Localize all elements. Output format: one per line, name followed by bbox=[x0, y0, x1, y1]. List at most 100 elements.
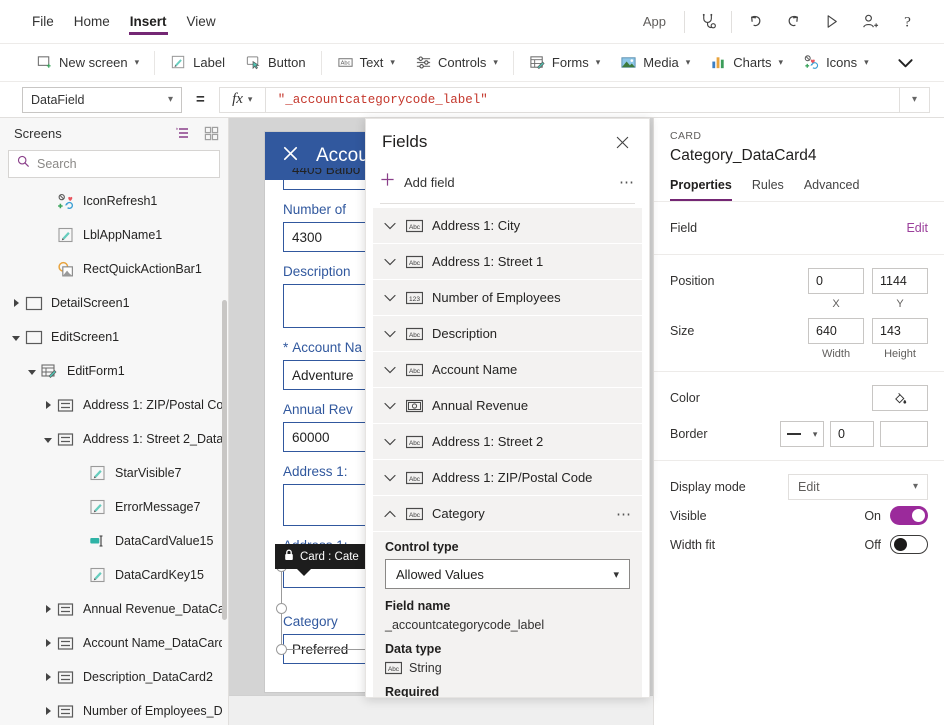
preview-icon[interactable] bbox=[814, 5, 848, 39]
property-selector[interactable]: DataField ▾ bbox=[22, 87, 182, 113]
chevron-down-icon[interactable] bbox=[383, 438, 397, 446]
tree-item-datacardvalue15[interactable]: DataCardValue15 bbox=[0, 524, 228, 558]
close-icon[interactable] bbox=[281, 144, 300, 168]
chevron-down-icon[interactable] bbox=[383, 402, 397, 410]
chevron-up-icon[interactable] bbox=[383, 510, 397, 518]
screens-pane-header: Screens bbox=[0, 118, 228, 148]
ellipsis-icon[interactable]: ⋯ bbox=[619, 173, 635, 191]
chevron-down-icon[interactable] bbox=[40, 422, 56, 456]
tree-item-number-of-employees-data[interactable]: Number of Employees_Data bbox=[0, 694, 228, 724]
size-label: Size bbox=[670, 324, 694, 338]
ribbon-overflow-chevron-down-icon[interactable] bbox=[885, 44, 926, 82]
field-row-address-1-street-2[interactable]: AbcAddress 1: Street 2 bbox=[373, 424, 642, 459]
border-thickness-input[interactable]: 0 bbox=[830, 421, 874, 447]
label-control-icon bbox=[88, 464, 108, 482]
ribbon-forms[interactable]: Forms ▾ bbox=[519, 44, 610, 82]
size-width-input[interactable]: 640 bbox=[808, 318, 864, 344]
chevron-right-icon[interactable] bbox=[8, 286, 24, 320]
tree-item-starvisible7[interactable]: StarVisible7 bbox=[0, 456, 228, 490]
field-row-description[interactable]: AbcDescription bbox=[373, 316, 642, 351]
field-row-category[interactable]: AbcCategory⋯ bbox=[373, 496, 642, 531]
chevron-down-icon[interactable] bbox=[383, 222, 397, 230]
control-type-select[interactable]: Allowed Values▾ bbox=[385, 559, 630, 589]
menu-tab-insert[interactable]: Insert bbox=[120, 0, 177, 44]
chevron-down-icon[interactable] bbox=[383, 366, 397, 374]
width-fit-toggle[interactable] bbox=[890, 535, 928, 554]
tree-item-editscreen1[interactable]: EditScreen1 bbox=[0, 320, 228, 354]
ellipsis-icon[interactable]: ⋯ bbox=[616, 505, 632, 523]
thumbnail-view-icon[interactable] bbox=[202, 124, 220, 142]
ribbon-controls[interactable]: Controls ▾ bbox=[405, 44, 508, 82]
app-checker-icon[interactable] bbox=[691, 5, 725, 39]
tree-view-icon[interactable] bbox=[174, 124, 192, 142]
close-icon[interactable] bbox=[611, 131, 633, 153]
ribbon-media[interactable]: Media ▾ bbox=[610, 44, 700, 82]
edit-field-link[interactable]: Edit bbox=[906, 221, 928, 235]
menu-tab-home[interactable]: Home bbox=[64, 0, 120, 44]
ribbon-button-control[interactable]: Button bbox=[235, 44, 316, 82]
chevron-down-icon[interactable] bbox=[8, 320, 24, 354]
field-row-address-1-street-1[interactable]: AbcAddress 1: Street 1 bbox=[373, 244, 642, 279]
field-row-address-1-zip-postal-code[interactable]: AbcAddress 1: ZIP/Postal Code bbox=[373, 460, 642, 495]
position-x-input[interactable]: 0 bbox=[808, 268, 864, 294]
tree-item-address-1-zip-postal-code[interactable]: Address 1: ZIP/Postal Code_ bbox=[0, 388, 228, 422]
divider bbox=[513, 51, 514, 75]
ribbon-icons[interactable]: Icons ▾ bbox=[793, 44, 879, 82]
fill-bucket-icon[interactable] bbox=[872, 385, 928, 411]
redo-icon[interactable] bbox=[776, 5, 810, 39]
field-row-number-of-employees[interactable]: 123Number of Employees bbox=[373, 280, 642, 315]
menu-tab-view[interactable]: View bbox=[177, 0, 226, 44]
icon-control-icon bbox=[56, 192, 76, 210]
ribbon-label-control[interactable]: Label bbox=[160, 44, 235, 82]
chevron-down-icon[interactable] bbox=[24, 354, 40, 388]
chevron-down-icon[interactable] bbox=[383, 258, 397, 266]
chevron-right-icon[interactable] bbox=[40, 592, 56, 626]
size-height-input[interactable]: 143 bbox=[872, 318, 928, 344]
ribbon-new-screen[interactable]: New screen ▾ bbox=[26, 44, 149, 82]
formula-expand-chevron-down-icon[interactable]: ▾ bbox=[900, 87, 930, 113]
chevron-down-icon[interactable] bbox=[383, 474, 397, 482]
help-icon[interactable]: ? bbox=[890, 5, 924, 39]
share-icon[interactable] bbox=[852, 5, 886, 39]
tree-item-annual-revenue-datacard2[interactable]: Annual Revenue_DataCard2 bbox=[0, 592, 228, 626]
tree-item-account-name-datacard2[interactable]: Account Name_DataCard2 bbox=[0, 626, 228, 660]
menu-tab-file[interactable]: File bbox=[22, 0, 64, 44]
tree-item-editform1[interactable]: EditForm1 bbox=[0, 354, 228, 388]
tree-item-lblappname1[interactable]: LblAppName1 bbox=[0, 218, 228, 252]
tree-item-description-datacard2[interactable]: Description_DataCard2 bbox=[0, 660, 228, 694]
formula-input[interactable]: "_accountcategorycode_label" bbox=[265, 87, 900, 113]
undo-icon[interactable] bbox=[738, 5, 772, 39]
line-style-icon[interactable]: ▾ bbox=[780, 421, 824, 447]
field-row-account-name[interactable]: AbcAccount Name bbox=[373, 352, 642, 387]
tree-item-errormessage7[interactable]: ErrorMessage7 bbox=[0, 490, 228, 524]
chevron-down-icon[interactable] bbox=[383, 294, 397, 302]
tree-item-detailscreen1[interactable]: DetailScreen1 bbox=[0, 286, 228, 320]
tab-rules[interactable]: Rules bbox=[752, 173, 784, 201]
fx-button[interactable]: fx ▾ bbox=[219, 87, 265, 113]
data-type-value: String bbox=[409, 661, 442, 675]
display-mode-select[interactable]: Edit ▾ bbox=[788, 474, 928, 500]
add-field-button[interactable]: Add field ⋯ bbox=[366, 165, 649, 199]
datacard-icon bbox=[56, 702, 76, 720]
ribbon-text[interactable]: Abc Text ▾ bbox=[327, 44, 405, 82]
chevron-right-icon[interactable] bbox=[40, 660, 56, 694]
tree-item-rectquickactionbar1[interactable]: RectQuickActionBar1 bbox=[0, 252, 228, 286]
tab-advanced[interactable]: Advanced bbox=[804, 173, 860, 201]
tree-scrollbar[interactable] bbox=[222, 300, 227, 620]
plus-icon bbox=[380, 172, 395, 192]
field-row-annual-revenue[interactable]: Annual Revenue bbox=[373, 388, 642, 423]
search-input[interactable]: Search bbox=[8, 150, 220, 178]
chevron-right-icon[interactable] bbox=[40, 388, 56, 422]
tree-item-iconrefresh1[interactable]: IconRefresh1 bbox=[0, 184, 228, 218]
border-color-swatch[interactable] bbox=[880, 421, 928, 447]
tab-properties[interactable]: Properties bbox=[670, 173, 732, 201]
tree-item-datacardkey15[interactable]: DataCardKey15 bbox=[0, 558, 228, 592]
tree-item-address-1-street-2-datacar[interactable]: Address 1: Street 2_DataCar bbox=[0, 422, 228, 456]
field-row-address-1-city[interactable]: AbcAddress 1: City bbox=[373, 208, 642, 243]
visible-toggle[interactable] bbox=[890, 506, 928, 525]
chevron-right-icon[interactable] bbox=[40, 694, 56, 724]
position-y-input[interactable]: 1144 bbox=[872, 268, 928, 294]
ribbon-charts[interactable]: Charts ▾ bbox=[700, 44, 793, 82]
chevron-down-icon[interactable] bbox=[383, 330, 397, 338]
chevron-right-icon[interactable] bbox=[40, 626, 56, 660]
